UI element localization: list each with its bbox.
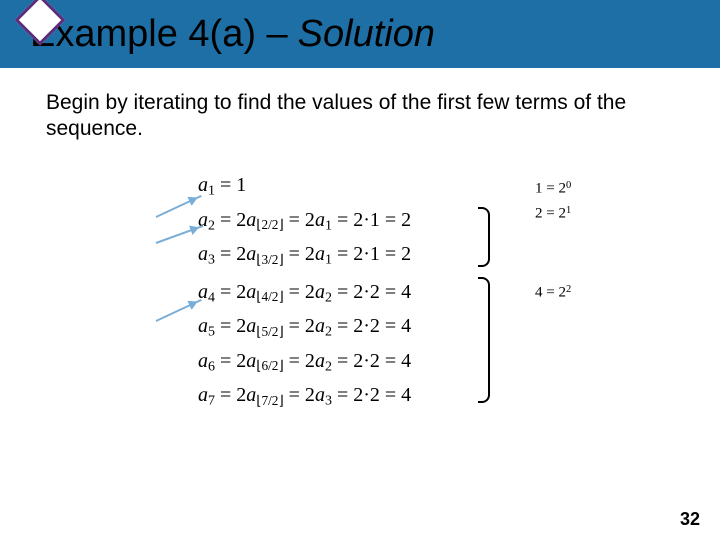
eq-5: a5 = 2a⌊5/2⌋ = 2a2 = 2·2 = 4 bbox=[198, 316, 658, 340]
arrow-icon bbox=[156, 195, 202, 218]
body-area: Begin by iterating to find the values of… bbox=[0, 68, 720, 143]
equations-block: a1 = 1 a2 = 2a⌊2/2⌋ = 2a1 = 2·1 = 2 a3 =… bbox=[198, 175, 658, 420]
annotation-1: 1 = 20 bbox=[535, 180, 571, 198]
arrow-icon bbox=[156, 225, 204, 244]
annotation-3: 4 = 22 bbox=[535, 284, 571, 302]
eq-1: a1 = 1 bbox=[198, 175, 658, 199]
eq-7: a7 = 2a⌊7/2⌋ = 2a3 = 2·2 = 4 bbox=[198, 385, 658, 409]
eq-2: a2 = 2a⌊2/2⌋ = 2a1 = 2·1 = 2 bbox=[198, 210, 658, 234]
page-number: 32 bbox=[680, 509, 700, 530]
annotation-2: 2 = 21 bbox=[535, 205, 571, 223]
eq-6: a6 = 2a⌊6/2⌋ = 2a2 = 2·2 = 4 bbox=[198, 351, 658, 375]
slide-header: Example 4(a) – Solution bbox=[0, 0, 720, 68]
intro-text: Begin by iterating to find the values of… bbox=[46, 90, 690, 143]
brace-2-icon bbox=[478, 277, 490, 403]
title-italic: Solution bbox=[298, 13, 435, 56]
brace-1-icon bbox=[478, 207, 490, 267]
title-prefix: Example 4(a) – bbox=[30, 13, 288, 56]
eq-4: a4 = 2a⌊4/2⌋ = 2a2 = 2·2 = 4 bbox=[198, 282, 658, 306]
eq-3: a3 = 2a⌊3/2⌋ = 2a1 = 2·1 = 2 bbox=[198, 244, 658, 268]
arrow-icon bbox=[156, 299, 202, 322]
